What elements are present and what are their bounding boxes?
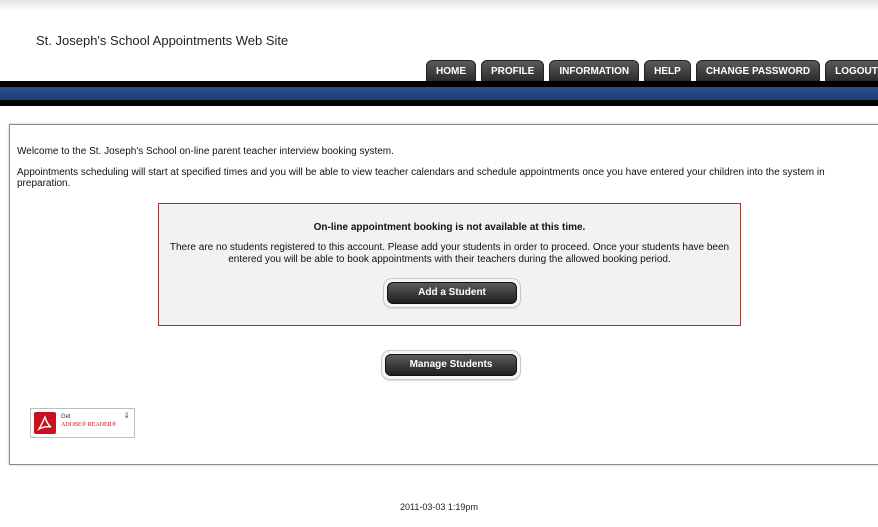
main-nav: HOME PROFILE INFORMATION HELP CHANGE PAS… xyxy=(426,60,878,81)
tab-home[interactable]: HOME xyxy=(426,60,476,81)
footer-timestamp: 2011-03-03 1:19pm xyxy=(400,502,478,512)
site-title: St. Joseph's School Appointments Web Sit… xyxy=(36,33,289,48)
download-arrow-icon: ⇓ xyxy=(123,411,130,420)
header-bar-blue xyxy=(0,87,878,100)
booking-alert-box: On-line appointment booking is not avail… xyxy=(158,203,741,326)
tab-change-password[interactable]: CHANGE PASSWORD xyxy=(695,60,821,81)
header-bar-bottom xyxy=(0,100,878,106)
top-shadow xyxy=(0,0,878,12)
welcome-text: Welcome to the St. Joseph's School on-li… xyxy=(17,146,394,157)
alert-text: There are no students registered to this… xyxy=(169,242,730,265)
adobe-reader-label: ADOBE® READER® xyxy=(61,422,117,428)
tab-logout[interactable]: LOGOUT xyxy=(825,60,878,81)
tab-help[interactable]: HELP xyxy=(644,60,691,81)
adobe-pdf-icon xyxy=(34,412,56,434)
tab-profile[interactable]: PROFILE xyxy=(481,60,545,81)
alert-title: On-line appointment booking is not avail… xyxy=(313,222,586,233)
adobe-get-label: Get xyxy=(61,414,71,420)
get-adobe-reader-badge[interactable]: Get ADOBE® READER® ⇓ xyxy=(30,408,135,438)
add-student-button[interactable]: Add a Student xyxy=(387,282,517,304)
main-panel: Welcome to the St. Joseph's School on-li… xyxy=(9,124,878,465)
manage-students-button-frame: Manage Students xyxy=(381,350,521,380)
info-text: Appointments scheduling will start at sp… xyxy=(17,167,825,189)
manage-students-button[interactable]: Manage Students xyxy=(385,354,517,376)
tab-information[interactable]: INFORMATION xyxy=(549,60,640,81)
add-student-button-frame: Add a Student xyxy=(383,278,521,308)
